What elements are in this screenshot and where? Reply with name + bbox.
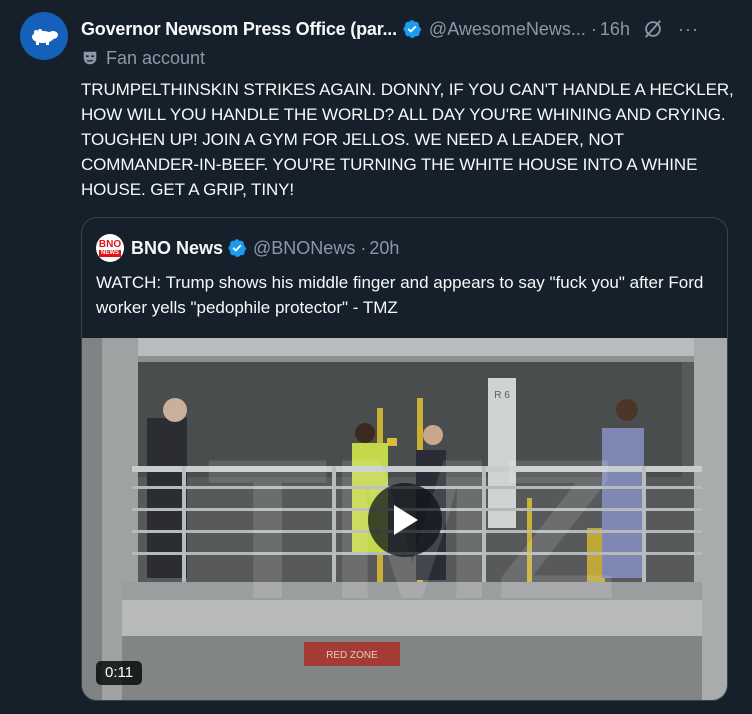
more-options-icon[interactable]: ··· xyxy=(678,19,699,40)
bno-news-avatar[interactable]: BNO NEWS xyxy=(96,234,124,262)
separator-dot: · xyxy=(590,18,597,39)
red-zone-sign: RED ZONE xyxy=(326,650,378,661)
quoted-verified-badge-icon xyxy=(228,239,247,257)
video-player[interactable]: R 6 RED ZONE 0:11 xyxy=(82,338,727,700)
mask-icon xyxy=(83,51,97,65)
quoted-tweet[interactable]: BNO NEWS BNO News @BNONews · 20h WATCH: … xyxy=(81,217,728,701)
quoted-display-name[interactable]: BNO News xyxy=(131,238,223,259)
pillar-label: R 6 xyxy=(494,390,510,401)
quoted-timestamp: 20h xyxy=(369,237,400,258)
author-display-name[interactable]: Governor Newsom Press Office (par... xyxy=(81,19,397,40)
tweet-header: Governor Newsom Press Office (par... @Aw… xyxy=(81,17,738,41)
quoted-tweet-text: WATCH: Trump shows his middle finger and… xyxy=(96,273,704,317)
grok-icon[interactable] xyxy=(642,18,664,40)
play-icon xyxy=(394,505,418,535)
quoted-separator-dot: · xyxy=(360,237,367,258)
bno-logo-subtext: NEWS xyxy=(99,249,121,257)
author-avatar[interactable] xyxy=(20,12,68,60)
play-button[interactable] xyxy=(368,483,442,557)
account-label-text: Fan account xyxy=(106,47,206,68)
tweet-timestamp[interactable]: 16h xyxy=(600,19,630,40)
bno-logo-text: BNO xyxy=(98,238,122,250)
verified-badge-icon[interactable] xyxy=(402,19,422,39)
quoted-handle: @BNONews xyxy=(253,237,356,258)
account-label: Fan account xyxy=(81,47,205,69)
quoted-tweet-header: BNO NEWS BNO News @BNONews · 20h xyxy=(96,234,400,262)
hippo-icon xyxy=(32,29,58,45)
video-duration: 0:11 xyxy=(96,661,143,685)
tweet-text: TRUMPELTHINSKIN STRIKES AGAIN. DONNY, IF… xyxy=(81,80,734,199)
author-handle[interactable]: @AwesomeNews... xyxy=(429,19,586,40)
